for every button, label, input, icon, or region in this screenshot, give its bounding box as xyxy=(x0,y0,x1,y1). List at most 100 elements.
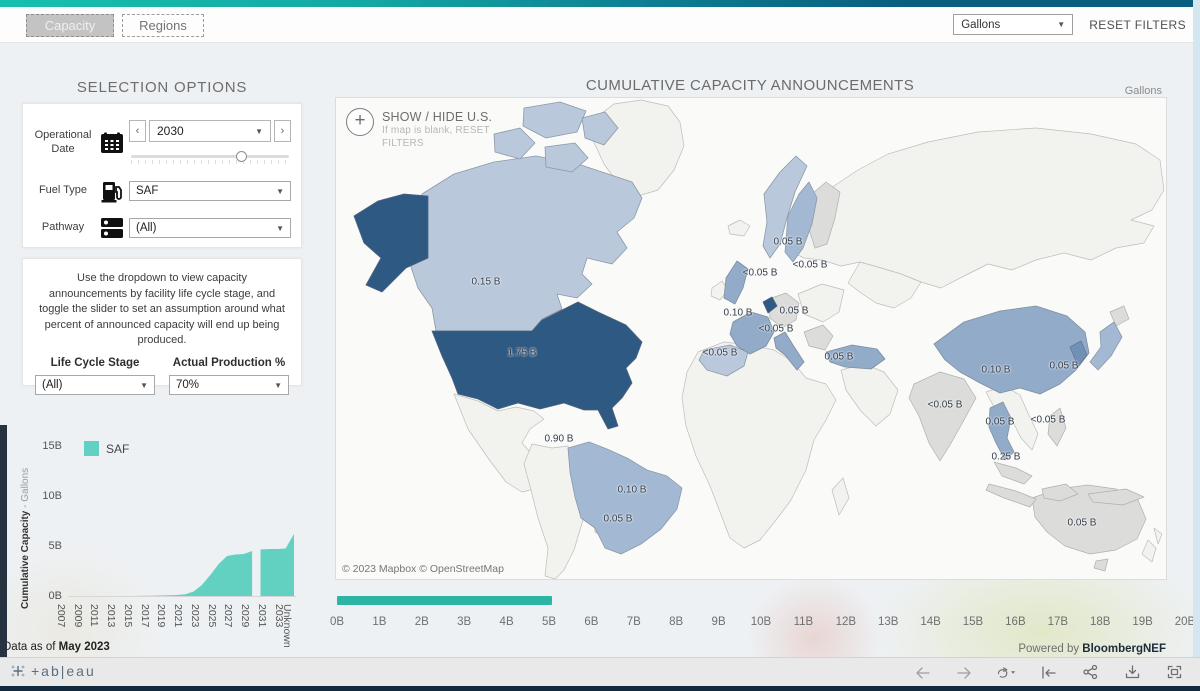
chevron-down-icon: ▼ xyxy=(276,223,284,233)
scale-tick: 10B xyxy=(750,616,772,628)
chevron-down-icon: ▼ xyxy=(255,126,263,136)
map-value-label: 0.25 B xyxy=(991,451,1021,463)
revert-icon[interactable] xyxy=(1038,662,1058,682)
area-series xyxy=(260,534,294,596)
units-dropdown-value: Gallons xyxy=(961,18,1001,31)
chart-x-tick: 2029 xyxy=(239,604,252,628)
assumptions-card: Use the dropdown to view capacity announ… xyxy=(22,258,302,396)
chart-x-tick: 2031 xyxy=(255,604,268,628)
tableau-logo-text: +ab|eau xyxy=(31,663,96,679)
map-value-label: 0.10 B xyxy=(981,364,1011,376)
map-value-label: <0.05 B xyxy=(702,347,738,359)
calendar-icon xyxy=(95,132,129,154)
data-as-of: Data as of May 2023 xyxy=(3,641,110,653)
operational-date-label: Operational Date xyxy=(34,129,92,155)
slider-handle[interactable] xyxy=(235,151,247,162)
chart-x-tick: 2027 xyxy=(222,604,235,628)
map-value-label: 0.15 B xyxy=(471,276,501,288)
top-accent-bar xyxy=(0,0,1200,7)
chart-x-tick: 2011 xyxy=(88,604,101,627)
chart-x-tick: 2007 xyxy=(55,604,67,628)
slider-track xyxy=(131,155,289,158)
map-value-label: <0.05 B xyxy=(927,399,963,411)
area-series xyxy=(68,551,253,596)
tab-capacity[interactable]: Capacity xyxy=(26,14,114,37)
fuel-type-row: Fuel Type SAF ▼ xyxy=(31,179,291,203)
instructions-text: Use the dropdown to view capacity announ… xyxy=(39,272,285,347)
tableau-footer: +ab|eau xyxy=(0,657,1200,686)
year-dropdown[interactable]: 2030 ▼ xyxy=(149,120,271,142)
pathway-dropdown[interactable]: (All) ▼ xyxy=(129,218,291,238)
tableau-logo[interactable]: +ab|eau xyxy=(10,663,96,679)
scale-tick: 0B xyxy=(329,616,345,628)
map-title: CUMULATIVE CAPACITY ANNOUNCEMENTS xyxy=(585,77,915,94)
fuel-type-dropdown[interactable]: SAF ▼ xyxy=(129,181,291,201)
scale-tick: 11B xyxy=(793,616,814,628)
zoom-plus-button[interactable]: + xyxy=(346,108,374,136)
chart-y-tick: 0B xyxy=(48,590,62,602)
redo-icon[interactable] xyxy=(954,662,974,682)
reset-filters-button[interactable]: RESET FILTERS xyxy=(1089,18,1186,32)
map-value-label: 1.75 B xyxy=(507,347,537,359)
chevron-down-icon: ▼ xyxy=(274,380,282,390)
map-section: CUMULATIVE CAPACITY ANNOUNCEMENTS Gallon… xyxy=(329,43,1195,657)
area-plot xyxy=(68,534,294,596)
scale-tick: 15B xyxy=(962,616,984,628)
map-value-label: 0.05 B xyxy=(779,305,809,317)
chart-x-tick: 2023 xyxy=(188,604,201,628)
scale-bar[interactable] xyxy=(337,596,552,605)
scale-tick: 16B xyxy=(1005,616,1026,628)
map-value-label: 0.05 B xyxy=(824,351,854,363)
scale-tick: 1B xyxy=(372,616,387,628)
map-hint-line1: If map is blank, RESET xyxy=(382,125,490,136)
scale-tick: 7B xyxy=(626,616,641,628)
map-value-label: 0.05 B xyxy=(1067,517,1097,529)
footer-toolbar xyxy=(912,662,1184,682)
year-slider[interactable] xyxy=(131,151,289,165)
fullscreen-icon[interactable] xyxy=(1164,662,1184,682)
show-hide-us-button[interactable]: SHOW / HIDE U.S. xyxy=(382,110,492,124)
map-value-label: 0.10 B xyxy=(617,484,647,496)
chart-y-tick: 5B xyxy=(48,540,62,552)
tab-regions[interactable]: Regions xyxy=(122,14,204,37)
chart-y-tick: 10B xyxy=(42,490,62,502)
scale-tick: 3B xyxy=(457,616,472,628)
map-value-label: <0.05 B xyxy=(792,259,828,271)
year-next-button[interactable]: › xyxy=(274,120,291,142)
chart-x-tick: 2015 xyxy=(121,604,134,628)
operational-date-row: Operational Date ‹ 2030 ▼ › xyxy=(31,120,291,165)
actual-production-dropdown[interactable]: 70% ▼ xyxy=(169,375,289,396)
download-icon[interactable] xyxy=(1122,662,1142,682)
map-value-labels: 0.15 B 1.75 B 0.90 B 0.10 B 0.05 B <0.05 B 0.0… xyxy=(336,98,1166,579)
map-hint-line2: FILTERS xyxy=(382,138,424,149)
actual-production-value: 70% xyxy=(176,379,200,392)
map-value-label: <0.05 B xyxy=(742,267,778,279)
fuel-pump-icon xyxy=(95,179,129,203)
bottom-accent-strip xyxy=(0,686,1200,691)
life-cycle-stage-value: (All) xyxy=(42,379,63,392)
year-dropdown-value: 2030 xyxy=(157,124,184,138)
chart-x-tick: 2025 xyxy=(205,604,218,628)
year-prev-button[interactable]: ‹ xyxy=(129,120,146,142)
life-cycle-stage-dropdown[interactable]: (All) ▼ xyxy=(35,375,155,396)
fuel-type-value: SAF xyxy=(136,185,159,197)
scale-tick: 13B xyxy=(877,616,899,628)
pathway-icon xyxy=(95,217,129,239)
world-map[interactable]: 0.15 B 1.75 B 0.90 B 0.10 B 0.05 B <0.05 B 0.0… xyxy=(335,97,1167,580)
chart-y-axis-title: Cumulative Capacity - Gallons xyxy=(20,467,31,609)
scale-tick: 2B xyxy=(414,616,429,628)
scale-tick: 6B xyxy=(584,616,599,628)
chart-x-tick: Unknown xyxy=(281,604,293,648)
units-dropdown[interactable]: Gallons ▼ xyxy=(953,14,1074,35)
undo-icon[interactable] xyxy=(912,662,932,682)
map-value-label: <0.05 B xyxy=(758,323,794,335)
pathway-label: Pathway xyxy=(41,221,85,234)
replay-icon[interactable] xyxy=(996,662,1016,682)
pathway-row: Pathway (All) ▼ xyxy=(31,217,291,239)
map-value-label: 0.05 B xyxy=(773,236,803,248)
chevron-down-icon: ▼ xyxy=(276,186,284,196)
dashboard: Capacity Regions Gallons ▼ RESET FILTERS… xyxy=(0,0,1200,691)
share-icon[interactable] xyxy=(1080,662,1100,682)
chevron-down-icon: ▼ xyxy=(140,380,148,390)
map-value-label: <0.05 B xyxy=(1030,414,1066,426)
